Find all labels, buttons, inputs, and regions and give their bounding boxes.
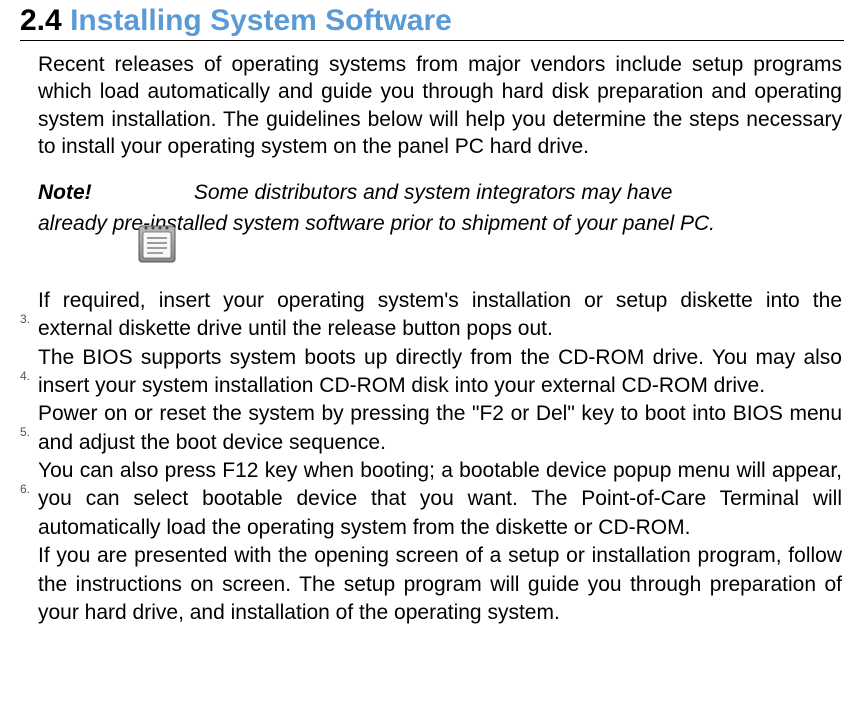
- step-item: 3. If required, insert your operating sy…: [38, 287, 842, 344]
- step-text: Power on or reset the system by pressing…: [38, 400, 842, 457]
- note-text-1: Some distributors and system integrators…: [194, 181, 673, 204]
- step-number: 3.: [20, 311, 30, 327]
- step-item: 4. The BIOS supports system boots up dir…: [38, 344, 842, 401]
- section-title: Installing System Software: [70, 4, 452, 37]
- section-heading: 2.4 Installing System Software: [20, 4, 844, 38]
- notepad-icon: [133, 220, 181, 268]
- content-area: Recent releases of operating systems fro…: [20, 51, 844, 627]
- step-item: 5. Power on or reset the system by press…: [38, 400, 842, 457]
- step-text: If you are presented with the opening sc…: [38, 542, 842, 627]
- step-number: 4.: [20, 368, 30, 384]
- section-number: 2.4: [20, 4, 62, 37]
- note-block: Note! Some distributors and system integ…: [38, 178, 842, 239]
- step-number: 6.: [20, 481, 30, 497]
- step-number: 5.: [20, 424, 30, 440]
- step-item: If you are presented with the opening sc…: [38, 542, 842, 627]
- step-text: The BIOS supports system boots up direct…: [38, 344, 842, 401]
- steps-list: 3. If required, insert your operating sy…: [38, 287, 842, 627]
- step-text: You can also press F12 key when booting;…: [38, 457, 842, 542]
- note-label: Note!: [38, 178, 188, 208]
- step-text: If required, insert your operating syste…: [38, 287, 842, 344]
- intro-paragraph: Recent releases of operating systems fro…: [38, 51, 842, 160]
- step-item: 6. You can also press F12 key when booti…: [38, 457, 842, 542]
- divider: [20, 40, 844, 41]
- note-line-1: Note! Some distributors and system integ…: [38, 178, 842, 208]
